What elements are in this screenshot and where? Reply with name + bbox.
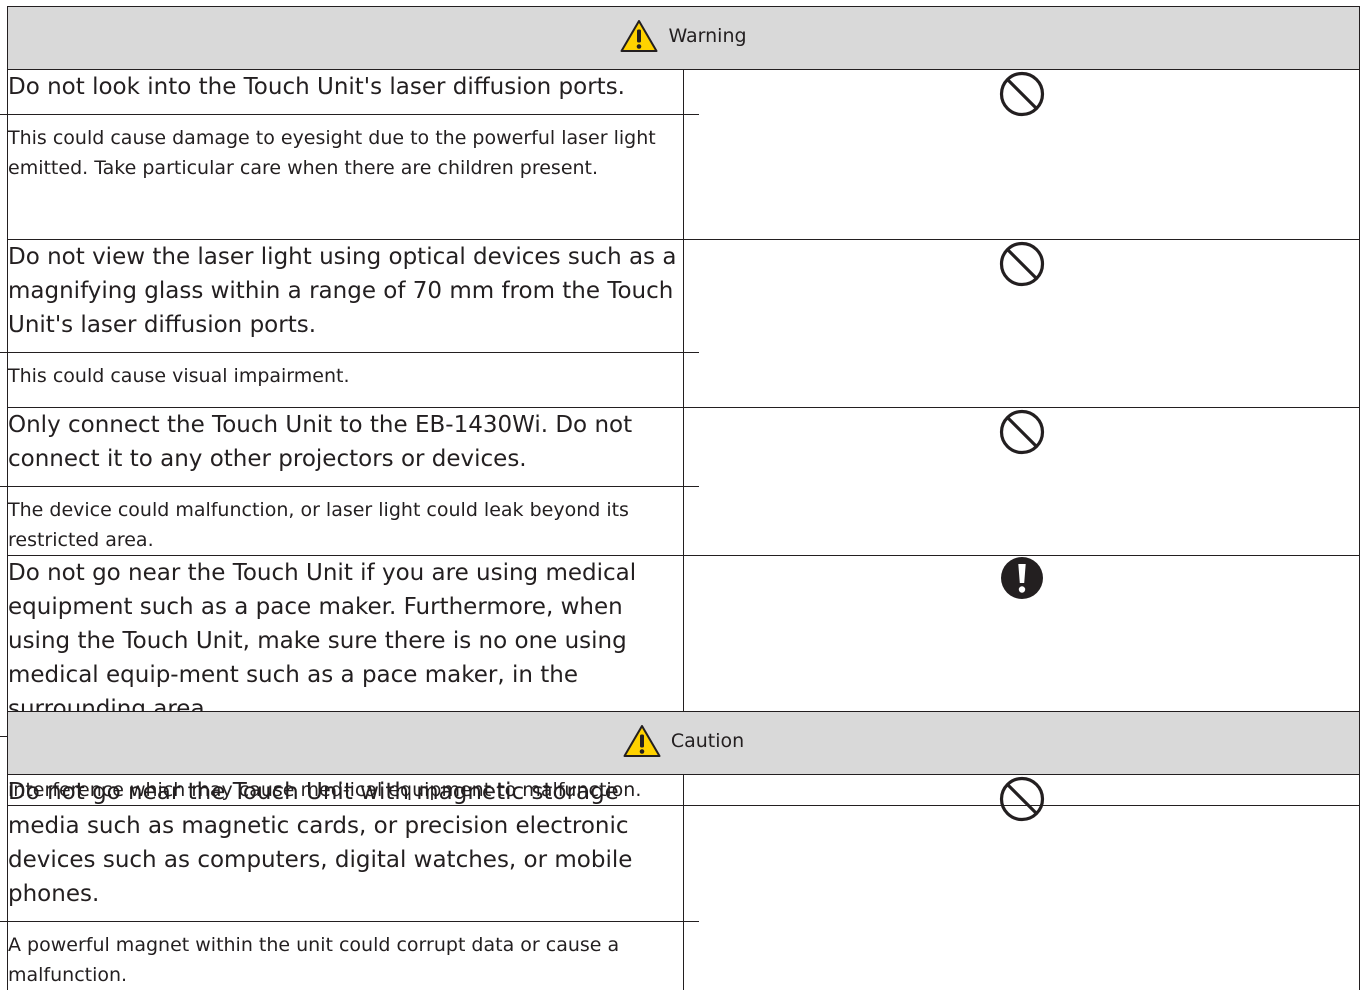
mandatory-action-icon <box>1000 585 1044 604</box>
warning-text-cell: Only connect the Touch Unit to the EB-14… <box>8 408 684 556</box>
row-divider <box>0 921 699 922</box>
row-divider <box>0 352 699 353</box>
instruction-text: Only connect the Touch Unit to the EB-14… <box>8 408 683 476</box>
caution-row: Do not go near the Touch Unit with magne… <box>8 775 1360 990</box>
warning-text-cell: Do not view the laser light using optica… <box>8 240 684 408</box>
warning-row: Do not view the laser light using optica… <box>8 240 1360 408</box>
warning-table: Warning Do not look into the Touch Unit'… <box>7 6 1360 806</box>
caution-header: Caution <box>8 712 1360 775</box>
warning-icon-cell <box>684 240 1360 408</box>
instruction-text: Do not look into the Touch Unit's laser … <box>8 70 683 104</box>
instruction-text: Do not go near the Touch Unit if you are… <box>8 556 683 726</box>
caution-header-row: Caution <box>8 712 1360 775</box>
prohibition-icon <box>998 103 1046 122</box>
warning-header-row: Warning <box>8 7 1360 70</box>
warning-header: Warning <box>8 7 1360 70</box>
explanation-text: A powerful magnet within the unit could … <box>8 930 683 990</box>
row-divider <box>0 486 699 487</box>
row-divider <box>0 114 699 115</box>
caution-table: Caution Do not go near the Touch Unit wi… <box>7 711 1360 990</box>
warning-text-cell: Do not look into the Touch Unit's laser … <box>8 70 684 240</box>
caution-text-cell: Do not go near the Touch Unit with magne… <box>8 775 684 990</box>
warning-row: Only connect the Touch Unit to the EB-14… <box>8 408 1360 556</box>
warning-title: Warning <box>668 25 746 47</box>
explanation-text: This could cause visual impairment. <box>8 361 683 391</box>
prohibition-icon <box>998 273 1046 292</box>
warning-icon-cell <box>684 408 1360 556</box>
caution-icon-cell <box>684 775 1360 990</box>
warning-icon-cell <box>684 70 1360 240</box>
explanation-text: This could cause damage to eyesight due … <box>8 123 683 183</box>
prohibition-icon <box>998 441 1046 460</box>
prohibition-icon <box>998 808 1046 827</box>
caution-title: Caution <box>671 730 744 752</box>
caution-triangle-icon <box>623 724 661 758</box>
instruction-text: Do not view the laser light using optica… <box>8 240 683 342</box>
warning-triangle-icon <box>620 19 658 53</box>
instruction-text: Do not go near the Touch Unit with magne… <box>8 775 683 911</box>
warning-row: Do not look into the Touch Unit's laser … <box>8 70 1360 240</box>
explanation-text: The device could malfunction, or laser l… <box>8 495 683 555</box>
